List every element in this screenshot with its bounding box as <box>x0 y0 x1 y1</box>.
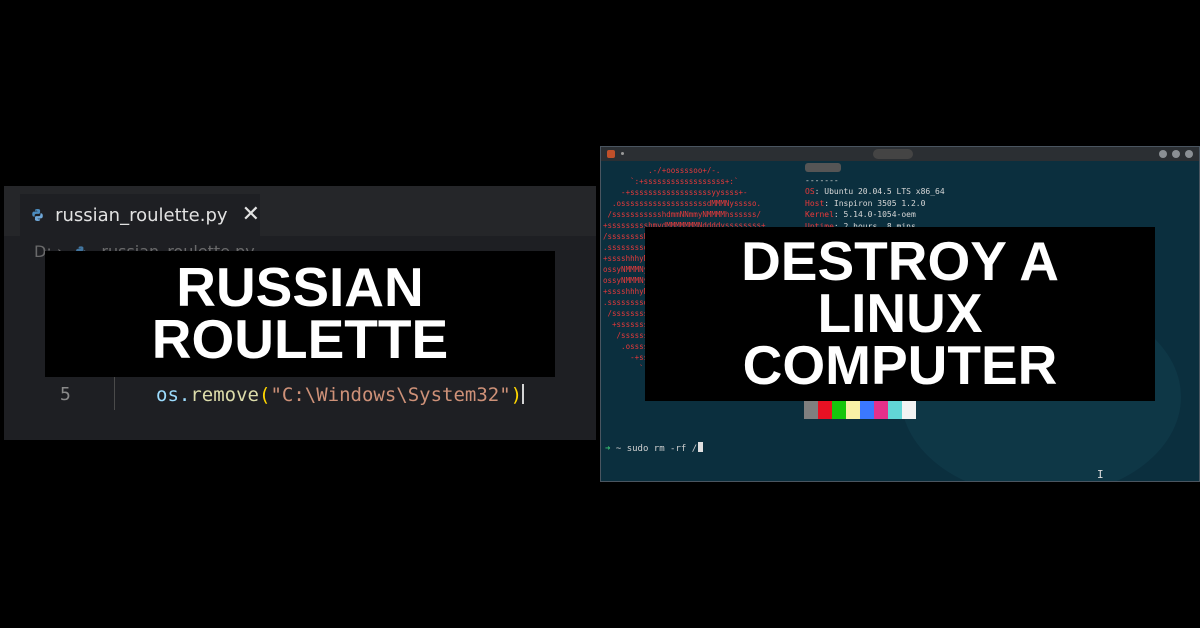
caption-line: DESTROY A <box>741 230 1059 293</box>
color-swatch <box>804 401 818 419</box>
close-icon[interactable]: ✕ <box>242 204 260 226</box>
close-button[interactable] <box>1185 150 1193 158</box>
maximize-button[interactable] <box>1172 150 1180 158</box>
python-file-icon <box>32 208 43 222</box>
menu-dot-icon[interactable] <box>621 152 624 155</box>
color-swatch <box>832 401 846 419</box>
command-text: sudo rm -rf / <box>626 444 698 454</box>
code-string: "C:\Windows\System32" <box>270 384 511 406</box>
ibeam-cursor-icon: I <box>1097 468 1104 481</box>
prompt-directory: ~ <box>615 444 622 454</box>
caption-russian-roulette: RUSSIAN ROULETTE <box>45 251 555 377</box>
system-info: ------- OS: Ubuntu 20.04.5 LTS x86_64 Ho… <box>805 163 945 232</box>
info-separator: ------- <box>805 175 839 185</box>
code-line[interactable]: os.remove("C:\Windows\System32") <box>156 384 525 406</box>
caption-destroy-linux: DESTROY A LINUX COMPUTER <box>645 227 1155 401</box>
terminal-titlebar[interactable] <box>601 147 1199 161</box>
info-key-host: Host <box>805 198 825 208</box>
tab-label: russian_roulette.py <box>55 204 228 226</box>
code-dot: . <box>178 384 191 406</box>
color-swatch <box>860 401 874 419</box>
caption-line: LINUX <box>817 282 983 345</box>
color-swatch <box>888 401 902 419</box>
code-function: remove <box>190 384 259 406</box>
color-swatch <box>818 401 832 419</box>
color-swatch <box>874 401 888 419</box>
info-value-host: : Inspiron 3505 1.2.0 <box>824 198 926 208</box>
color-swatch <box>846 401 860 419</box>
command-prompt[interactable]: ➜ ~ sudo rm -rf / <box>605 442 704 454</box>
color-swatch <box>902 401 916 419</box>
window-title-blurred <box>873 149 913 159</box>
info-key-os: OS <box>805 187 815 196</box>
terminal-app-icon <box>607 150 615 158</box>
username-blurred <box>805 163 841 172</box>
editor-tab-russian-roulette[interactable]: russian_roulette.py ✕ <box>20 194 260 236</box>
color-palette <box>804 401 916 419</box>
info-key-kernel: Kernel <box>805 210 834 219</box>
code-paren-close: ) <box>510 384 523 406</box>
info-value-kernel: : 5.14.0-1054-oem <box>833 210 916 219</box>
terminal-cursor <box>698 442 704 452</box>
caption-line: COMPUTER <box>742 333 1058 396</box>
info-value-os: : Ubuntu 20.04.5 LTS x86_64 <box>814 187 945 196</box>
code-paren-open: ( <box>258 384 271 406</box>
editor-tab-bar: russian_roulette.py ✕ <box>4 186 596 236</box>
code-object: os <box>156 384 179 406</box>
line-number: 5 <box>60 384 71 405</box>
caption-line: ROULETTE <box>151 308 449 370</box>
minimize-button[interactable] <box>1159 150 1167 158</box>
text-cursor <box>522 384 525 404</box>
prompt-arrow-icon: ➜ <box>605 444 611 454</box>
indent-guide <box>114 376 115 410</box>
caption-line: RUSSIAN <box>176 256 424 319</box>
